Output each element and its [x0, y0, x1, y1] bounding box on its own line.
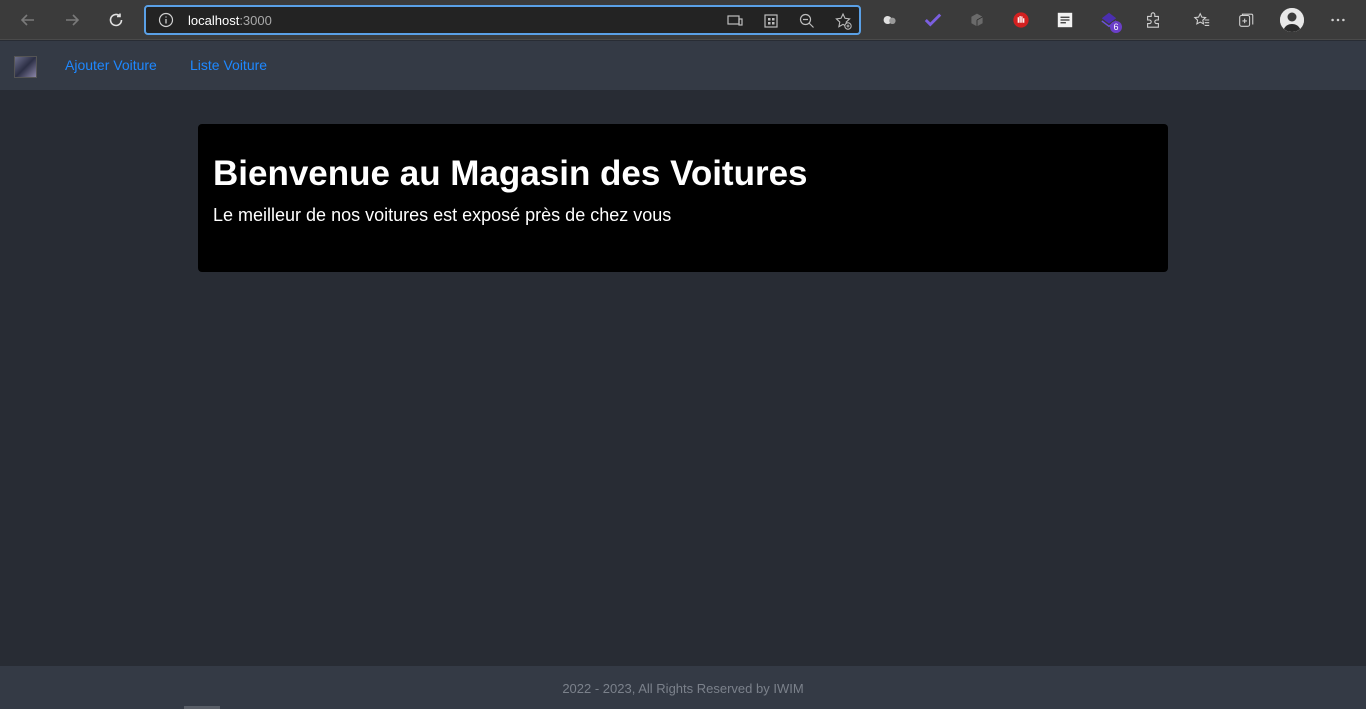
- nav-link-ajouter-voiture[interactable]: Ajouter Voiture: [65, 57, 157, 73]
- footer-copyright: 2022 - 2023, All Rights Reserved by IWIM: [562, 681, 804, 696]
- hero-banner: Bienvenue au Magasin des Voitures Le mei…: [198, 124, 1168, 272]
- collections-icon[interactable]: [1236, 10, 1256, 30]
- extension-stop-hand-icon[interactable]: [1011, 10, 1031, 30]
- extension-layers-icon[interactable]: 6: [1099, 10, 1122, 33]
- brand-logo[interactable]: [14, 56, 37, 78]
- hero-title: Bienvenue au Magasin des Voitures: [213, 154, 808, 193]
- back-button[interactable]: [14, 6, 42, 34]
- info-icon[interactable]: [158, 12, 174, 28]
- url-text: localhost:3000: [188, 13, 272, 28]
- browser-toolbar: localhost:3000 6: [0, 0, 1366, 40]
- footer: 2022 - 2023, All Rights Reserved by IWIM: [0, 666, 1366, 709]
- arrow-left-icon: [20, 14, 34, 26]
- extension-mask-icon[interactable]: [880, 10, 900, 30]
- extension-check-icon[interactable]: [923, 10, 943, 30]
- reload-button[interactable]: [102, 6, 130, 34]
- refresh-icon: [109, 13, 123, 27]
- zoom-out-icon[interactable]: [798, 12, 816, 30]
- arrow-right-icon: [66, 14, 80, 26]
- immersive-reader-icon[interactable]: [762, 12, 780, 30]
- favorites-icon[interactable]: [1192, 10, 1212, 30]
- extension-badge: 6: [1110, 21, 1122, 33]
- nav-link-liste-voiture[interactable]: Liste Voiture: [190, 57, 267, 73]
- address-bar[interactable]: localhost:3000: [144, 5, 861, 35]
- app-navbar: Ajouter Voiture Liste Voiture: [0, 41, 1366, 90]
- profile-avatar[interactable]: [1280, 8, 1304, 32]
- app-available-icon[interactable]: [726, 12, 744, 30]
- extension-notes-icon[interactable]: [1055, 10, 1075, 30]
- add-favorite-icon[interactable]: [834, 12, 852, 30]
- more-menu-icon[interactable]: [1328, 10, 1348, 30]
- extensions-puzzle-icon[interactable]: [1143, 10, 1163, 30]
- url-port: :3000: [239, 13, 272, 28]
- url-host: localhost: [188, 13, 240, 28]
- forward-button[interactable]: [58, 6, 86, 34]
- hero-subtitle: Le meilleur de nos voitures est exposé p…: [213, 205, 672, 225]
- extension-cube-icon[interactable]: [967, 10, 987, 30]
